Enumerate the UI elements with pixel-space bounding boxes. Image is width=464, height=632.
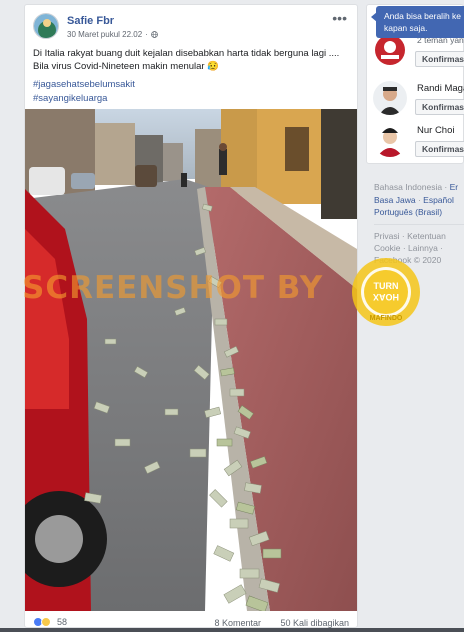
post-header: Safie Fbr 30 Maret pukul 22.02 · ••• [33, 11, 349, 43]
friend-avatar[interactable] [373, 123, 407, 157]
post-timestamp[interactable]: 30 Maret pukul 22.02 [67, 30, 142, 39]
post-meta: 30 Maret pukul 22.02 · [67, 30, 158, 39]
confirm-button[interactable]: Konfirmasi [415, 141, 464, 157]
comments-count-link[interactable]: 8 Komentar [214, 618, 261, 628]
badge-bottom-text: MAFINDO [370, 315, 403, 322]
post-photo[interactable] [25, 109, 357, 611]
post-text-line-2: Bila virus Covid-Nineteen makin menular … [33, 60, 220, 72]
more-options-icon[interactable]: ••• [332, 11, 347, 25]
reaction-count: 58 [57, 617, 68, 627]
confirm-button[interactable]: Konfirmasi [415, 51, 464, 67]
friend-avatar[interactable] [373, 33, 407, 67]
divider [374, 224, 464, 225]
friend-avatar[interactable] [373, 81, 407, 115]
sad-reaction-icon [41, 617, 51, 627]
footer-cookie-link[interactable]: Cookie [374, 243, 400, 253]
language-link[interactable]: Português (Brasil) [374, 207, 442, 217]
author-name[interactable]: Safie Fbr [67, 15, 114, 27]
footer-more-link[interactable]: Lainnya [408, 243, 438, 253]
footer-terms-link[interactable]: Ketentuan [407, 231, 446, 241]
language-link[interactable]: Er [450, 182, 459, 192]
badge-top-text: TURN [374, 281, 399, 291]
hashtag-link[interactable]: #jagasehatsebelumsakit [33, 79, 135, 90]
language-selector: Bahasa Indonesia · Er Basa Jawa · Españo… [374, 182, 459, 217]
author-avatar[interactable] [33, 13, 59, 39]
language-link[interactable]: Español [423, 195, 454, 205]
turnbackhoax-badge-logo: TURN HOAX MAFINDO [352, 258, 420, 326]
friend-name[interactable]: Randi Maga [417, 83, 464, 94]
footer-privacy-link[interactable]: Privasi [374, 231, 400, 241]
globe-icon [150, 31, 158, 38]
shares-count-link[interactable]: 50 Kali dibagikan [280, 618, 349, 628]
bottom-edge-bar [0, 628, 464, 632]
street-photo-image [25, 109, 357, 611]
post-text: Di Italia rakyat buang duit kejalan dise… [33, 48, 345, 73]
post-text-line-1: Di Italia rakyat buang duit kejalan dise… [33, 48, 340, 59]
reactions-summary[interactable]: 58 [33, 617, 67, 627]
watermark-text: SCREENSHOT BY [22, 270, 324, 306]
language-current: Bahasa Indonesia [374, 182, 443, 192]
hashtag-link[interactable]: #sayangikeluarga [33, 93, 107, 104]
language-link[interactable]: Basa Jawa [374, 195, 416, 205]
language-tooltip: Anda bisa beralih ke kapan saja. [376, 6, 464, 38]
confirm-button[interactable]: Konfirmasi [415, 99, 464, 115]
friend-name[interactable]: Nur Choi [417, 125, 455, 136]
badge-mid-text: HOAX [373, 292, 399, 302]
post-card: Safie Fbr 30 Maret pukul 22.02 · ••• Di … [24, 4, 358, 628]
